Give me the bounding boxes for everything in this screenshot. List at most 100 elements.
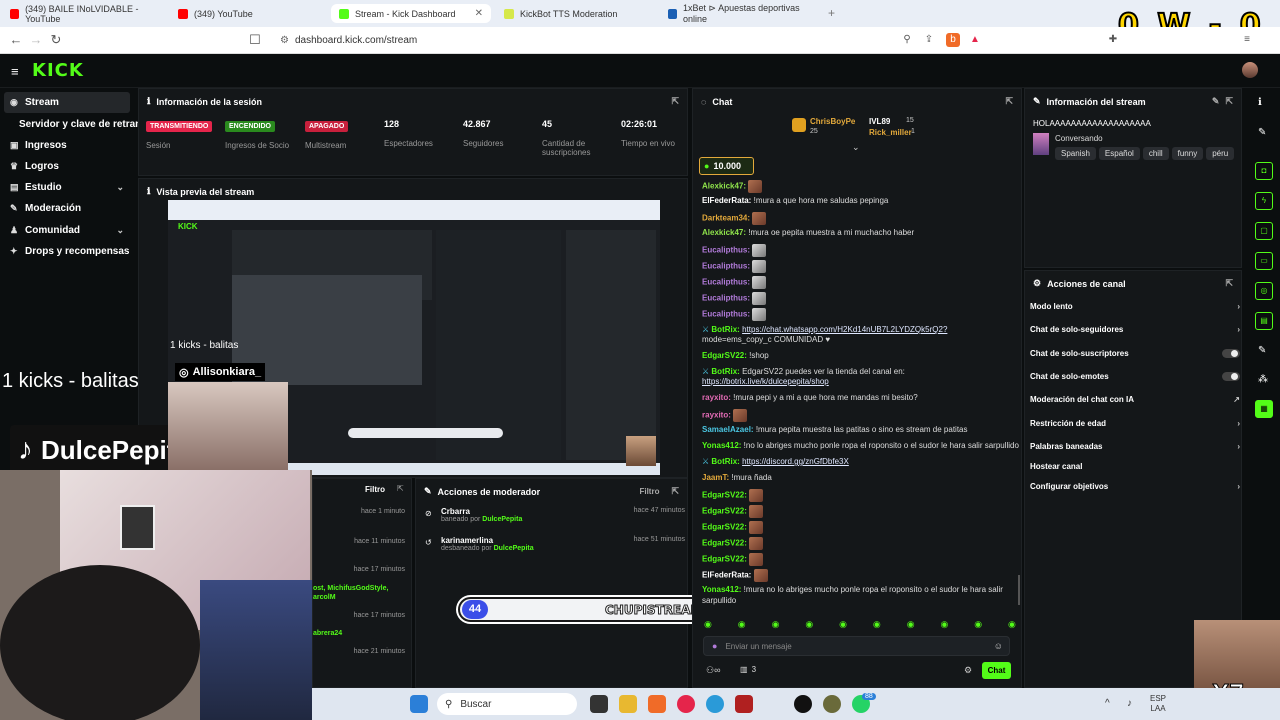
sidebar-item-comunidad[interactable]: ♟ Comunidad ⌄ bbox=[4, 220, 130, 241]
chat-username[interactable]: Yonas412: bbox=[702, 585, 741, 594]
chevron-up-icon[interactable]: ^ bbox=[1105, 698, 1110, 709]
toggle-switch[interactable] bbox=[1222, 349, 1240, 358]
filter-button[interactable]: Filtro bbox=[365, 485, 385, 494]
chat-username[interactable]: Darkteam34: bbox=[702, 214, 750, 223]
chat-message[interactable]: EdgarSV22: bbox=[702, 521, 764, 534]
sidebar-item-server-key[interactable]: Servidor y clave de retransmisión bbox=[4, 114, 139, 135]
popout-icon[interactable]: ⇱ bbox=[1225, 96, 1233, 107]
menu-icon[interactable]: ≡ bbox=[1240, 33, 1254, 47]
browser-tab[interactable]: KickBot TTS Moderation bbox=[496, 4, 656, 23]
sidebar-item-moderacion[interactable]: ✎ Moderación bbox=[4, 198, 130, 219]
popout-icon[interactable]: ⇱ bbox=[671, 96, 679, 107]
send-chat-button[interactable]: Chat bbox=[982, 662, 1011, 679]
message-icon[interactable]: ▭ bbox=[1255, 252, 1273, 270]
extensions-icon[interactable]: ✚ bbox=[1106, 33, 1120, 47]
windows-start-icon[interactable] bbox=[410, 695, 428, 713]
chat-message[interactable]: mode=ems_copy_c COMUNIDAD ♥ bbox=[702, 335, 830, 344]
channel-action-ai-moderation[interactable]: Moderación del chat con IA ↗ bbox=[1030, 395, 1240, 404]
chat-message[interactable]: EdgarSV22: bbox=[702, 537, 764, 550]
file-explorer-icon[interactable] bbox=[619, 695, 637, 713]
channel-action-followers-only[interactable]: Chat de solo-seguidores › bbox=[1030, 325, 1240, 334]
popout-icon[interactable]: ⇱ bbox=[397, 484, 404, 493]
mod-action-row[interactable]: ↺ karinamerlina desbaneado por DulcePepi… bbox=[425, 536, 685, 552]
clip-icon[interactable]: ▢ bbox=[1255, 222, 1273, 240]
emote-icon[interactable]: ◉ bbox=[907, 619, 915, 631]
back-icon[interactable]: ← bbox=[8, 32, 24, 48]
close-icon[interactable]: ✕ bbox=[475, 8, 483, 19]
chat-username[interactable]: ElFederRata: bbox=[702, 571, 751, 580]
chat-message[interactable]: Alexkick47: bbox=[702, 180, 763, 193]
chat-username[interactable]: EdgarSV22: bbox=[702, 351, 747, 360]
popout-icon[interactable]: ⇱ bbox=[671, 486, 679, 497]
chat-username[interactable]: EdgarSV22: bbox=[702, 491, 747, 500]
chat-message[interactable]: rayxito: bbox=[702, 409, 748, 422]
emoji-icon[interactable]: ☺ bbox=[994, 641, 1003, 651]
emote-icon[interactable]: ◉ bbox=[738, 619, 746, 631]
chat-username[interactable]: Alexkick47: bbox=[702, 228, 746, 237]
kick-logo[interactable]: KICK bbox=[32, 60, 84, 81]
chat-username[interactable]: SamaelAzael: bbox=[702, 425, 754, 434]
browser-tab[interactable]: 1xBet ⊳ Apuestas deportivas online bbox=[660, 4, 820, 23]
filter-button[interactable]: Filtro bbox=[639, 487, 659, 496]
sidebar-item-stream[interactable]: ◉ Stream bbox=[4, 92, 130, 113]
microphone-icon[interactable]: ● bbox=[712, 641, 717, 651]
channel-action-slow-mode[interactable]: Modo lento › bbox=[1030, 302, 1240, 311]
sidebar-item-estudio[interactable]: ▤ Estudio ⌄ bbox=[4, 177, 130, 198]
layout-icon[interactable]: ▤ bbox=[1255, 312, 1273, 330]
microphone-icon[interactable]: ♪ bbox=[1127, 698, 1132, 709]
browser-tab[interactable]: (349) YouTube bbox=[170, 4, 330, 23]
task-view-icon[interactable] bbox=[590, 695, 608, 713]
emote-icon[interactable]: ◉ bbox=[704, 619, 712, 631]
chat-message[interactable]: Eucalipthus: bbox=[702, 260, 767, 273]
gear-icon[interactable]: ⚙ bbox=[964, 665, 972, 676]
language-indicator[interactable]: ESP LAA bbox=[1150, 694, 1166, 714]
chat-message[interactable]: JaamT: !mura ñada bbox=[702, 473, 772, 482]
reload-icon[interactable]: ↻ bbox=[48, 32, 64, 48]
chat-username[interactable]: rayxito: bbox=[702, 393, 731, 402]
channel-action-goals[interactable]: Configurar objetivos › bbox=[1030, 482, 1240, 491]
bolt-icon[interactable]: ϟ bbox=[1255, 192, 1273, 210]
chat-message[interactable]: EdgarSV22: !shop bbox=[702, 351, 769, 360]
sidebar-item-ingresos[interactable]: ▣ Ingresos bbox=[4, 135, 130, 156]
chat-message[interactable]: Eucalipthus: bbox=[702, 276, 767, 289]
popout-icon[interactable]: ⇱ bbox=[1225, 278, 1233, 289]
emote-icon[interactable]: ◉ bbox=[772, 619, 780, 631]
mod-action-row[interactable]: ⊘ Crbarra baneado por DulcePepita hace 4… bbox=[425, 507, 685, 523]
browser-tab-active[interactable]: Stream - Kick Dashboard ✕ bbox=[331, 4, 491, 23]
emote-icon[interactable]: ◉ bbox=[974, 619, 982, 631]
avatar[interactable] bbox=[1242, 62, 1258, 78]
users-icon[interactable]: ⚇∞ bbox=[706, 665, 720, 676]
brave-icon[interactable]: b bbox=[946, 33, 960, 47]
chat-message[interactable]: Eucalipthus: bbox=[702, 244, 767, 257]
sidebar-item-drops[interactable]: ✦ Drops y recompensas bbox=[4, 241, 130, 262]
chat-message[interactable]: Eucalipthus: bbox=[702, 292, 767, 305]
chat-username[interactable]: BotRix: bbox=[711, 325, 739, 334]
chat-username[interactable]: EdgarSV22: bbox=[702, 539, 747, 548]
chat-username[interactable]: BotRix: bbox=[711, 367, 739, 376]
chat-username[interactable]: EdgarSV22: bbox=[702, 507, 747, 516]
popout-icon[interactable]: ⇱ bbox=[1005, 96, 1013, 107]
chat-message[interactable]: ⚔ BotRix: https://discord.gg/znGfDbfe3X bbox=[702, 457, 849, 466]
chat-message[interactable]: ⚔ BotRix: https://chat.whatsapp.com/H2Kd… bbox=[702, 325, 947, 334]
camera-icon[interactable]: ◘ bbox=[1255, 162, 1273, 180]
url-field[interactable]: ⚙ dashboard.kick.com/stream bbox=[270, 31, 990, 50]
bookmark-icon[interactable]: ☐ bbox=[247, 32, 263, 48]
pinned-kicks[interactable]: ● 10.000 bbox=[699, 157, 754, 175]
pencil-icon[interactable]: ✎ bbox=[1212, 96, 1220, 107]
chat-message[interactable]: ⚔ BotRix: EdgarSV22 puedes ver la tienda… bbox=[702, 367, 905, 376]
emote-icon[interactable]: ◉ bbox=[805, 619, 813, 631]
chat-message[interactable]: Yonas412: !no lo abriges mucho ponle rop… bbox=[702, 441, 1019, 450]
chatters-count[interactable]: ▥ 3 bbox=[740, 665, 756, 674]
chat-message[interactable]: ElFederRata: bbox=[702, 569, 768, 582]
chat-message[interactable]: EdgarSV22: bbox=[702, 489, 764, 502]
toggle-switch[interactable] bbox=[1222, 372, 1240, 381]
taskbar-search[interactable]: ⚲ Buscar bbox=[437, 693, 577, 715]
chat-message[interactable]: Yonas412: !mura no lo abriges mucho ponl… bbox=[702, 585, 1003, 594]
chat-message[interactable]: ElFederRata: !mura a que hora me saludas… bbox=[702, 196, 888, 205]
channel-action-host[interactable]: Hostear canal bbox=[1030, 462, 1240, 471]
chat-message[interactable]: EdgarSV22: bbox=[702, 505, 764, 518]
sidebar-item-logros[interactable]: ♛ Logros bbox=[4, 156, 130, 177]
brave-icon[interactable] bbox=[648, 695, 666, 713]
chat-username[interactable]: Eucalipthus: bbox=[702, 310, 750, 319]
chat-username[interactable]: Eucalipthus: bbox=[702, 294, 750, 303]
